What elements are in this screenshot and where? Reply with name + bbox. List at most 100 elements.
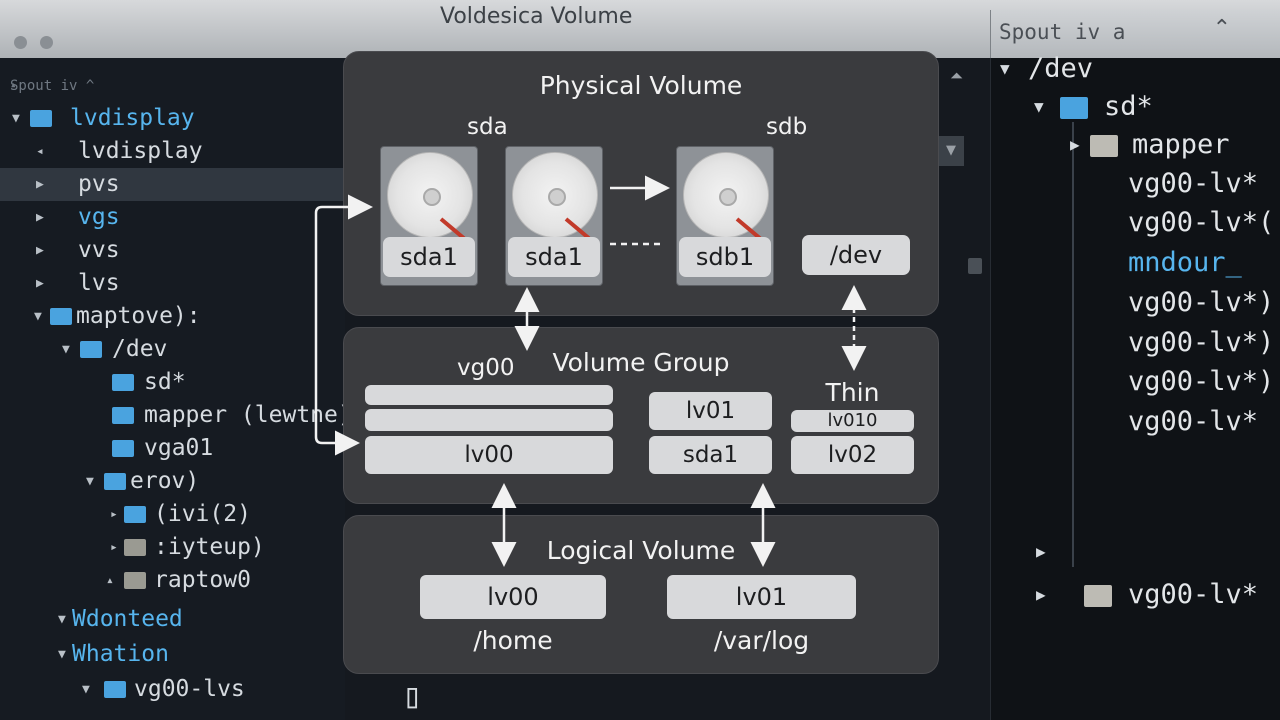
logical-volume-section: Logical Volume lv00 /home lv01 /var/log (343, 515, 939, 674)
thin-label: Thin (825, 378, 880, 407)
tree-item-sd[interactable]: sd* (0, 366, 345, 399)
right-panel-header-title: Spout iv a (999, 20, 1126, 44)
vg-lv00-bar[interactable]: lv00 (365, 436, 613, 474)
window-minimize-dot[interactable] (40, 36, 53, 49)
partition-sda1[interactable]: sda1 (383, 237, 475, 277)
rp-item-vg00-lv-4[interactable]: vg00-lv*) (990, 325, 1280, 361)
expand-down-icon[interactable]: ▼ (58, 603, 66, 636)
tree-item-label: lvs (78, 270, 120, 296)
hard-disk-sda-1[interactable]: sda1 (380, 146, 478, 286)
tree-item-lvdisplay[interactable]: ◂ lvdisplay (0, 135, 345, 168)
expand-icon[interactable]: ▴ (106, 564, 114, 597)
window-close-dot[interactable] (14, 36, 27, 49)
rp-item-vg00-lv-2[interactable]: vg00-lv*( (990, 205, 1280, 241)
expand-icon[interactable]: ▸ (110, 531, 118, 564)
vg-lv02-bar[interactable]: lv02 (791, 436, 914, 474)
folder-icon (112, 374, 134, 391)
volume-group-title: Volume Group (552, 348, 730, 377)
folder-icon (124, 539, 146, 556)
lv-lv00-box[interactable]: lv00 (420, 575, 606, 619)
expand-down-icon[interactable]: ▼ (1000, 51, 1010, 87)
rp-item-dev[interactable]: ▼ /dev (990, 51, 1280, 87)
vg-lv010-bar[interactable]: lv010 (791, 410, 914, 432)
disk-platter-icon (683, 152, 769, 238)
vg00-extent-bar-1 (365, 385, 613, 405)
physical-volume-section: Physical Volume sda sdb sda1 sda1 sdb1 /… (343, 51, 939, 316)
vg-sda1-bar[interactable]: sda1 (649, 436, 772, 474)
partition-sdb1[interactable]: sdb1 (679, 237, 771, 277)
hard-disk-sdb[interactable]: sdb1 (676, 146, 774, 286)
scrollbar-thumb[interactable] (968, 258, 982, 274)
tree-item-wdonteed[interactable]: ▼ Wdonteed (0, 603, 345, 636)
tree-item-label: mapper (lewtne) (144, 402, 352, 428)
lv-lv01-box[interactable]: lv01 (667, 575, 856, 619)
rp-item-label: sd* (1104, 91, 1153, 122)
rp-item-sd[interactable]: ▼ sd* (990, 89, 1280, 125)
expand-down-icon[interactable]: ▼ (12, 102, 20, 135)
expand-down-icon[interactable]: ▼ (58, 638, 66, 671)
tree-item-iyteup[interactable]: ▸ :iyteup) (0, 531, 345, 564)
expand-right-icon[interactable]: ▶ (36, 267, 44, 300)
tree-item-label: pvs (78, 171, 120, 197)
tree-item-vgs[interactable]: ▶ vgs (0, 201, 345, 234)
expand-right-icon[interactable]: ▶ (1036, 577, 1046, 613)
folder-icon (1090, 135, 1118, 157)
tree-item-ivi[interactable]: ▸ (ivi(2) (0, 498, 345, 531)
rp-item-collapsed[interactable]: ▶ (990, 534, 1280, 570)
tree-item-label: lvdisplay (70, 105, 195, 131)
rp-item-vg00-lv-3[interactable]: vg00-lv*) (990, 285, 1280, 321)
expand-right-icon[interactable]: ▶ (1070, 127, 1080, 163)
mount-var-log-label: /var/log (713, 626, 810, 655)
rp-item-label: vg00-lv*( (1128, 207, 1275, 238)
rp-item-vg00-lv-1[interactable]: vg00-lv* (990, 166, 1280, 202)
tree-item-whation[interactable]: ▼ Whation (0, 638, 345, 671)
expand-down-icon[interactable]: ▼ (86, 465, 94, 498)
rp-item-label: vg00-lv*) (1128, 287, 1275, 318)
expand-right-icon[interactable]: ▶ (36, 201, 44, 234)
tree-item-label: (ivi(2) (154, 501, 251, 527)
partition-sda1-second[interactable]: sda1 (508, 237, 600, 277)
expand-down-icon[interactable]: ▼ (62, 333, 70, 366)
tree-item-lvs[interactable]: ▶ lvs (0, 267, 345, 300)
rp-item-vg00-lv-5[interactable]: vg00-lv*) (990, 364, 1280, 400)
tree-item-lvdisplay-group[interactable]: ▼ lvdisplay (0, 102, 345, 135)
rp-item-label: mapper (1132, 129, 1230, 160)
tree-item-erov[interactable]: ▼ erov) (0, 465, 345, 498)
dev-box[interactable]: /dev (802, 235, 910, 275)
left-tree-panel: Spout iv ^ ▴ ▼ lvdisplay ◂ lvdisplay ▶ p… (0, 58, 352, 720)
tree-item-label: vvs (78, 237, 120, 263)
expand-down-icon[interactable]: ▼ (34, 300, 42, 333)
tree-item-mapper[interactable]: mapper (lewtne) (0, 399, 352, 432)
folder-icon (80, 341, 102, 358)
folder-icon (112, 440, 134, 457)
tree-item-vga01[interactable]: vga01 (0, 432, 345, 465)
rp-item-label: vg00-lv*) (1128, 327, 1275, 358)
scroll-up-icon[interactable]: ⏶ (950, 66, 963, 86)
caret-icon[interactable]: ▴ (10, 78, 17, 91)
expand-right-icon[interactable]: ▶ (1036, 534, 1046, 570)
expand-down-icon[interactable]: ▼ (82, 673, 90, 706)
vg-lv01-bar[interactable]: lv01 (649, 392, 772, 430)
hard-disk-sda-2[interactable]: sda1 (505, 146, 603, 286)
volume-group-section: Volume Group vg00 lv00 lv01 sda1 Thin lv… (343, 327, 939, 504)
rp-item-mndour[interactable]: mndour_ (990, 245, 1280, 281)
tree-item-maptove[interactable]: ▼ maptove): (0, 300, 345, 333)
expand-down-icon[interactable]: ▼ (1034, 89, 1044, 125)
tree-item-vg00-lvs[interactable]: ▼ vg00-lvs (0, 673, 345, 706)
folder-icon (50, 308, 72, 325)
expand-right-icon[interactable]: ▶ (36, 234, 44, 267)
collapse-up-icon[interactable]: ⌃ (1213, 16, 1231, 41)
tree-item-vvs[interactable]: ▶ vvs (0, 234, 345, 267)
tree-item-raptow0[interactable]: ▴ raptow0 (0, 564, 345, 597)
rp-item-mapper[interactable]: ▶ mapper (990, 127, 1280, 163)
expand-right-icon[interactable]: ▶ (36, 168, 44, 201)
scroll-down-button[interactable]: ▼ (938, 136, 964, 166)
rp-item-vg00-lv-6[interactable]: vg00-lv* (990, 404, 1280, 440)
rp-item-vg00-lv-7[interactable]: ▶ vg00-lv* (990, 577, 1280, 613)
tree-item-dev[interactable]: ▼ /dev (0, 333, 345, 366)
disk-platter-icon (512, 152, 598, 238)
left-panel-header: Spout iv ^ ▴ (0, 72, 345, 102)
folder-icon (104, 681, 126, 698)
expand-icon[interactable]: ▸ (110, 498, 118, 531)
tree-item-pvs[interactable]: ▶ pvs (0, 168, 345, 201)
